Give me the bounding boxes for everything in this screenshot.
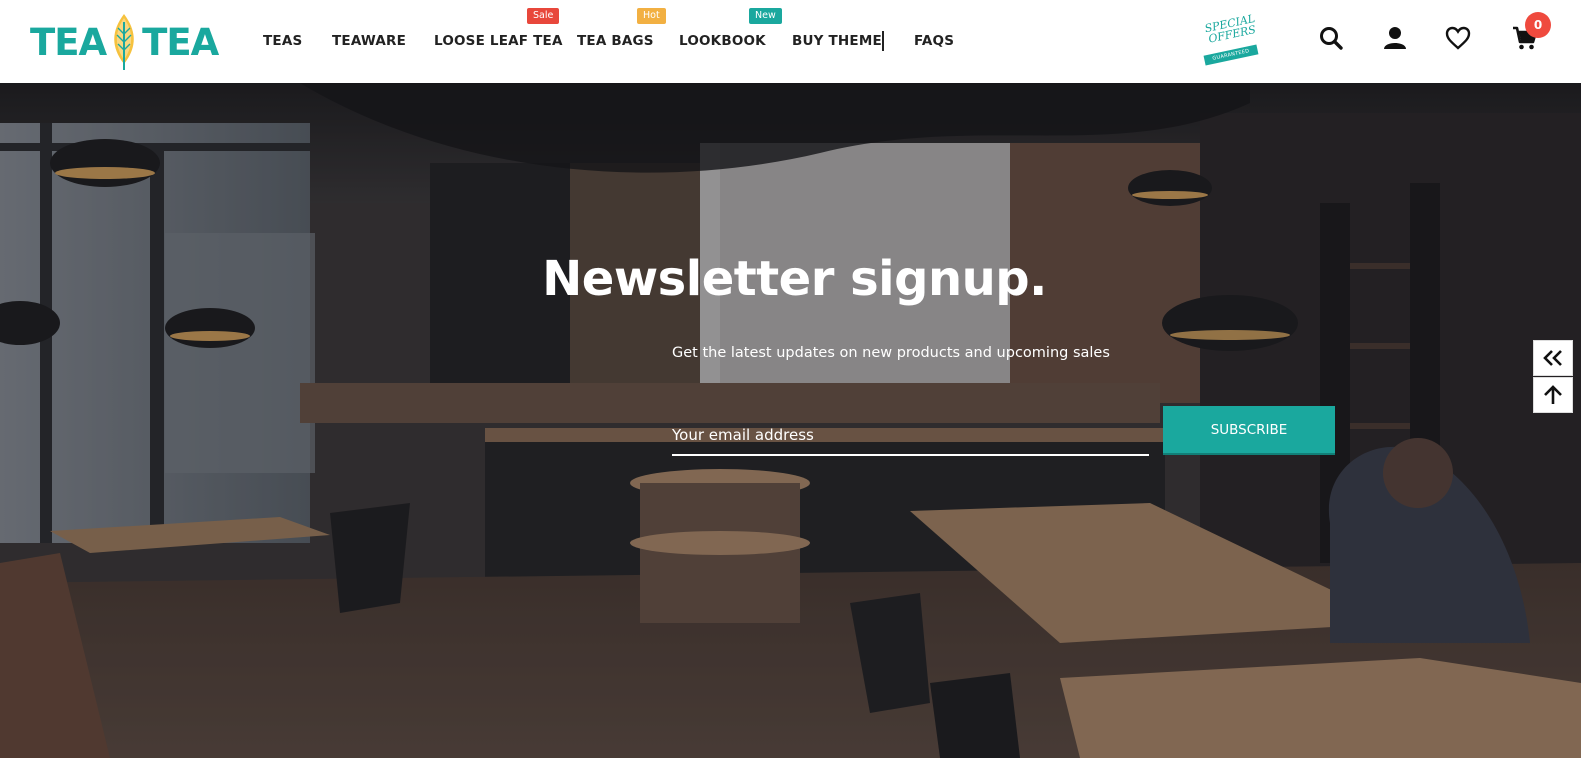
nav-item-loose-leaf-tea[interactable]: LOOSE LEAF TEA <box>434 33 563 49</box>
back-to-top-button[interactable] <box>1533 377 1573 413</box>
nav-item-tea-bags[interactable]: TEA BAGS <box>577 33 654 49</box>
double-chevron-left-icon <box>1543 350 1562 366</box>
logo-text-left: TEA <box>30 20 107 64</box>
newsletter-title: Newsletter signup. <box>542 251 1047 307</box>
subscribe-button[interactable]: SUBSCRIBE <box>1163 406 1335 455</box>
user-icon[interactable] <box>1381 24 1409 52</box>
site-header: TEA TEA TEAS TEAWARE Sale LOOSE LEAF TEA… <box>0 0 1581 83</box>
arrow-up-icon <box>1544 385 1562 404</box>
hot-badge: Hot <box>637 8 666 24</box>
newsletter-hero: Newsletter signup. Get the latest update… <box>0 83 1581 758</box>
nav-item-teaware[interactable]: TEAWARE <box>332 33 406 49</box>
leaf-icon <box>114 14 134 70</box>
new-badge: New <box>749 8 782 24</box>
nav-divider <box>882 31 884 51</box>
newsletter-subtitle: Get the latest updates on new products a… <box>672 345 1110 361</box>
sale-badge: Sale <box>527 8 560 24</box>
logo-text-right: TEA <box>142 20 219 64</box>
email-input[interactable] <box>672 416 1149 456</box>
nav-item-lookbook[interactable]: LOOKBOOK <box>679 33 766 49</box>
special-offers-badge[interactable]: SPECIAL OFFERS GUARANTEED <box>1198 12 1264 68</box>
cart-count-badge: 0 <box>1525 12 1551 38</box>
search-icon[interactable] <box>1317 24 1345 52</box>
nav-item-buy-theme[interactable]: BUY THEME <box>792 33 882 49</box>
heart-icon[interactable] <box>1444 24 1472 52</box>
special-offers-text: SPECIAL OFFERS <box>1203 11 1258 46</box>
nav-item-faqs[interactable]: FAQS <box>914 33 954 49</box>
collapse-panel-button[interactable] <box>1533 340 1573 376</box>
site-logo[interactable]: TEA TEA <box>30 12 230 72</box>
nav-item-teas[interactable]: TEAS <box>263 33 302 49</box>
guaranteed-ribbon: GUARANTEED <box>1203 44 1259 66</box>
